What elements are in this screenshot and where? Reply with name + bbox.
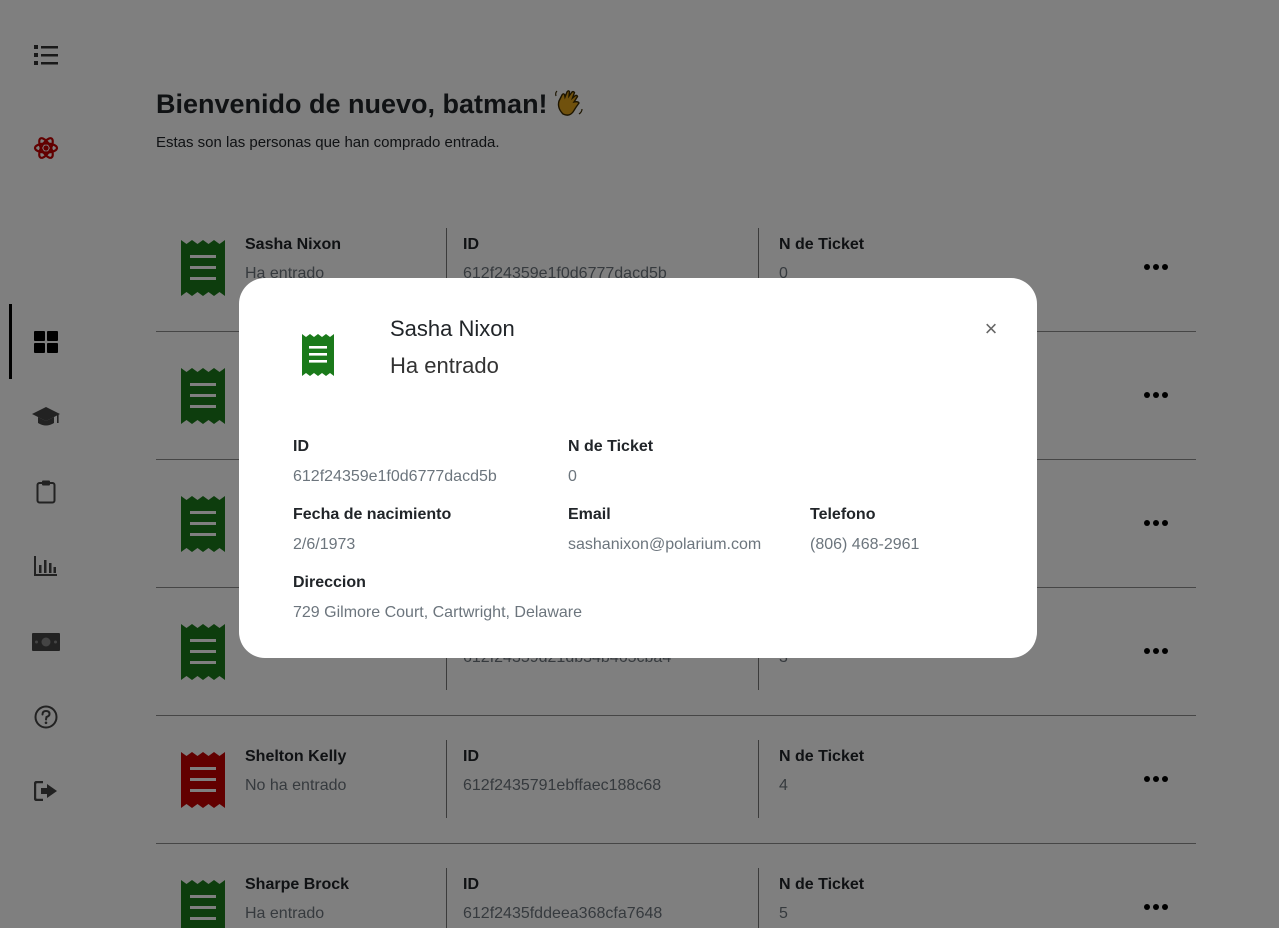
- field-value: 2/6/1973: [293, 536, 356, 553]
- field-label: N de Ticket: [568, 438, 654, 455]
- close-icon[interactable]: ×: [980, 318, 1002, 340]
- field-label: Telefono: [810, 506, 876, 523]
- modal-attendee-name: Sasha Nixon: [390, 316, 515, 341]
- field-label: Direccion: [293, 574, 366, 591]
- field-value: (806) 468-2961: [810, 536, 920, 553]
- attendee-detail-modal: Sasha Nixon Ha entrado × ID 612f24359e1f…: [239, 278, 1037, 658]
- field-ticket-number: N de Ticket 0: [568, 438, 653, 486]
- field-birth-date: Fecha de nacimiento 2/6/1973: [293, 506, 451, 554]
- field-id: ID 612f24359e1f0d6777dacd5b: [293, 438, 497, 486]
- field-email: Email sashanixon@polarium.com: [568, 506, 761, 554]
- field-value: sashanixon@polarium.com: [568, 536, 762, 553]
- ticket-icon: [302, 334, 334, 376]
- field-label: ID: [293, 438, 309, 455]
- field-label: Fecha de nacimiento: [293, 506, 452, 523]
- field-value: 612f24359e1f0d6777dacd5b: [293, 468, 497, 485]
- modal-attendee-status: Ha entrado: [390, 353, 499, 378]
- field-phone: Telefono (806) 468-2961: [810, 506, 919, 554]
- field-address: Direccion 729 Gilmore Court, Cartwright,…: [293, 574, 582, 622]
- field-value: 0: [568, 468, 577, 485]
- field-label: Email: [568, 506, 611, 523]
- field-value: 729 Gilmore Court, Cartwright, Delaware: [293, 604, 582, 621]
